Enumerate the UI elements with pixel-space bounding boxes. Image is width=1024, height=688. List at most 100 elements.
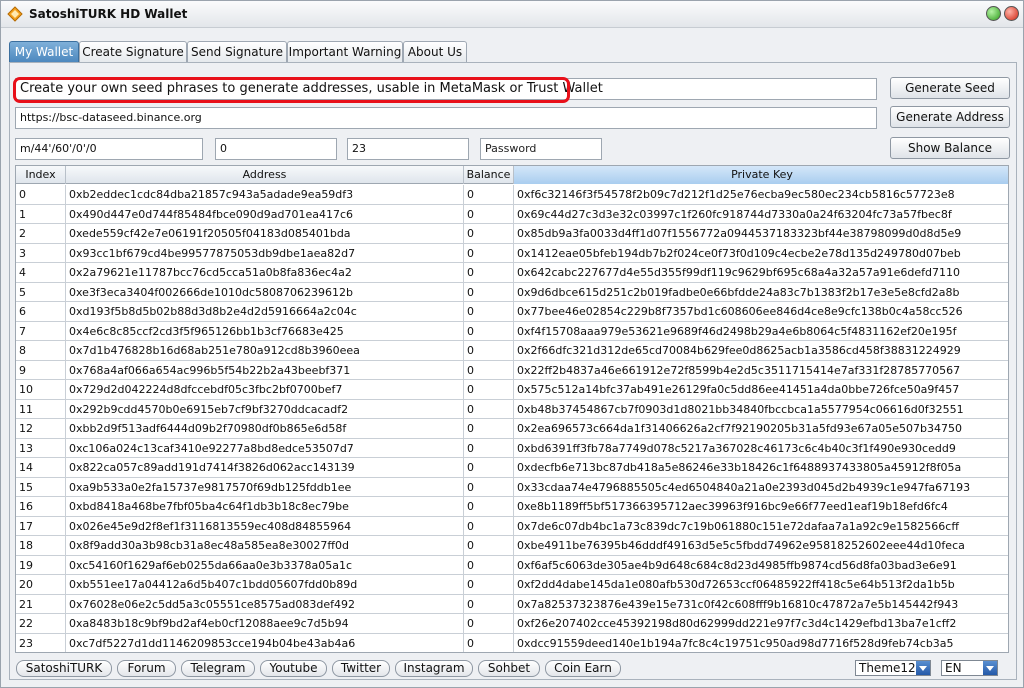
- index-cell[interactable]: 14: [16, 458, 66, 478]
- title-bar[interactable]: SatoshiTURK HD Wallet: [1, 1, 1023, 28]
- private-key-cell[interactable]: 0xb48b37454867cb7f0903d1d8021bb34840fbcc…: [514, 400, 1008, 420]
- balance-cell[interactable]: 0: [464, 321, 514, 341]
- private-key-cell[interactable]: 0xf26e207402cce45392198d80d62999dd221e97…: [514, 614, 1008, 634]
- private-key-cell[interactable]: 0x69c44d27c3d3e32c03997c1f260fc918744d73…: [514, 205, 1008, 225]
- table-row[interactable]: 19 0xc54160f1629af6eb0255da66aa0e3b3378a0…: [16, 555, 1008, 576]
- twitter-link-button[interactable]: Twitter: [332, 660, 390, 677]
- balance-cell[interactable]: 0: [464, 380, 514, 400]
- balance-cell[interactable]: 0: [464, 419, 514, 439]
- tab-create-signature[interactable]: Create Signature: [79, 41, 187, 63]
- address-cell[interactable]: 0xc54160f1629af6eb0255da66aa0e3b3378a05a…: [66, 555, 464, 575]
- balance-cell[interactable]: 0: [464, 555, 514, 575]
- address-cell[interactable]: 0x8f9add30a3b98cb31a8ec48a585ea8e30027ff…: [66, 536, 464, 556]
- address-cell[interactable]: 0xbd8418a468be7fbf05ba4c64f1db3b18c8ec79…: [66, 497, 464, 517]
- balance-cell[interactable]: 0: [464, 497, 514, 517]
- index-cell[interactable]: 23: [16, 633, 66, 652]
- balance-cell[interactable]: 0: [464, 185, 514, 205]
- table-row[interactable]: 15 0xa9b533a0e2fa15737e9817570f69db125fdd…: [16, 477, 1008, 498]
- index-cell[interactable]: 2: [16, 224, 66, 244]
- satoshiturk-link-button[interactable]: SatoshiTURK: [16, 660, 112, 677]
- table-row[interactable]: 16 0xbd8418a468be7fbf05ba4c64f1db3b18c8ec…: [16, 497, 1008, 517]
- private-key-cell[interactable]: 0x2ea696573c664da1f31406626a2cf7f9219020…: [514, 419, 1008, 439]
- address-cell[interactable]: 0xb551ee17a04412a6d5b407c1bdd05607fdd0b8…: [66, 575, 464, 595]
- language-select[interactable]: EN: [941, 660, 998, 676]
- address-cell[interactable]: 0xc7df5227d1dd1146209853cce194b04be43ab4…: [66, 633, 464, 652]
- index-cell[interactable]: 13: [16, 438, 66, 458]
- chevron-down-icon[interactable]: [983, 661, 997, 675]
- balance-cell[interactable]: 0: [464, 477, 514, 497]
- forum-link-button[interactable]: Forum: [117, 660, 176, 677]
- index-cell[interactable]: 9: [16, 360, 66, 380]
- table-row[interactable]: 0 0xb2eddec1cdc84dba21857c943a5adade9ea59…: [16, 185, 1008, 205]
- tab-my-wallet[interactable]: My Wallet: [9, 41, 79, 63]
- balance-cell[interactable]: 0: [464, 341, 514, 361]
- index-cell[interactable]: 21: [16, 594, 66, 614]
- index-cell[interactable]: 5: [16, 282, 66, 302]
- table-row[interactable]: 17 0x026e45e9d2f8ef1f3116813559ec408d8485…: [16, 516, 1008, 537]
- address-cell[interactable]: 0xb2eddec1cdc84dba21857c943a5adade9ea59d…: [66, 185, 464, 205]
- balance-cell[interactable]: 0: [464, 204, 514, 224]
- table-row[interactable]: 10 0x729d2d042224d8dfccebdf05c3fbc2bf0700…: [16, 380, 1008, 400]
- index-cell[interactable]: 11: [16, 399, 66, 419]
- private-key-cell[interactable]: 0x77bee46e02854c229b8f7357bd1c608606ee84…: [514, 302, 1008, 322]
- table-row[interactable]: 21 0x76028e06e2c5dd5a3c05551ce8575ad083de…: [16, 594, 1008, 614]
- sohbet-link-button[interactable]: Sohbet: [478, 660, 540, 677]
- address-cell[interactable]: 0x768a4af066a654ac996b5f54b22b2a43beebf3…: [66, 360, 464, 380]
- balance-cell[interactable]: 0: [464, 282, 514, 302]
- index-cell[interactable]: 20: [16, 575, 66, 595]
- private-key-cell[interactable]: 0xf2dd4dabe145da1e080afb530d72653ccf0648…: [514, 575, 1008, 595]
- address-cell[interactable]: 0xbb2d9f513adf6444d09b2f70980df0b865e6d5…: [66, 419, 464, 439]
- table-row[interactable]: 22 0xa8483b18c9bf9bd2af4eb0cf12088aee9c7d…: [16, 614, 1008, 634]
- telegram-link-button[interactable]: Telegram: [181, 660, 255, 677]
- table-row[interactable]: 6 0xd193f5b8d5b02b88d3d8b2e4d2d5916664a2c…: [16, 302, 1008, 322]
- address-table[interactable]: Index Address Balance Private Key 0 0xb2e…: [15, 165, 1009, 653]
- address-cell[interactable]: 0x292b9cdd4570b0e6915eb7cf9bf3270ddcacad…: [66, 399, 464, 419]
- private-key-cell[interactable]: 0xf6af5c6063de305ae4b9d648c684c8d23d4985…: [514, 556, 1008, 576]
- show-balance-button[interactable]: Show Balance: [890, 137, 1010, 159]
- private-key-cell[interactable]: 0xf6c32146f3f54578f2b09c7d212f1d25e76ecb…: [514, 185, 1008, 205]
- tab-send-signature[interactable]: Send Signature: [187, 41, 287, 63]
- address-cell[interactable]: 0x490d447e0d744f85484fbce090d9ad701ea417…: [66, 204, 464, 224]
- table-row[interactable]: 4 0x2a79621e11787bcc76cd5cca51a0b8fa836ec…: [16, 263, 1008, 283]
- table-row[interactable]: 8 0x7d1b476828b16d68ab251e780a912cd8b3960…: [16, 341, 1008, 361]
- table-row[interactable]: 11 0x292b9cdd4570b0e6915eb7cf9bf3270ddcac…: [16, 399, 1008, 420]
- table-row[interactable]: 20 0xb551ee17a04412a6d5b407c1bdd05607fdd0…: [16, 575, 1008, 595]
- start-index-input[interactable]: 0: [215, 138, 337, 160]
- table-row[interactable]: 3 0x93cc1bf679cd4be99577875053db9dbe1aea8…: [16, 243, 1008, 263]
- private-key-cell[interactable]: 0x575c512a14bfc37ab491e26129fa0c5dd86ee4…: [514, 380, 1008, 400]
- address-cell[interactable]: 0x4e6c8c85ccf2cd3f5f965126bb1b3cf76683e4…: [66, 321, 464, 341]
- private-key-cell[interactable]: 0x33cdaa74e4796885505c4ed6504840a21a0e23…: [514, 478, 1008, 498]
- balance-cell[interactable]: 0: [464, 458, 514, 478]
- address-cell[interactable]: 0x93cc1bf679cd4be99577875053db9dbe1aea82…: [66, 243, 464, 263]
- address-cell[interactable]: 0x822ca057c89add191d7414f3826d062acc1431…: [66, 458, 464, 478]
- index-cell[interactable]: 12: [16, 419, 66, 439]
- balance-cell[interactable]: 0: [464, 633, 514, 652]
- address-cell[interactable]: 0xa9b533a0e2fa15737e9817570f69db125fddb1…: [66, 477, 464, 497]
- column-header-index[interactable]: Index: [16, 166, 66, 184]
- private-key-cell[interactable]: 0xf4f15708aaa979e53621e9689f46d2498b29a4…: [514, 322, 1008, 342]
- address-count-input[interactable]: 23: [347, 138, 469, 160]
- table-row[interactable]: 14 0x822ca057c89add191d7414f3826d062acc14…: [16, 458, 1008, 478]
- tab-about-us[interactable]: About Us: [403, 41, 467, 63]
- table-row[interactable]: 13 0xc106a024c13caf3410e92277a8bd8edce535…: [16, 438, 1008, 459]
- table-row[interactable]: 18 0x8f9add30a3b98cb31a8ec48a585ea8e30027…: [16, 536, 1008, 556]
- youtube-link-button[interactable]: Youtube: [260, 660, 327, 677]
- balance-cell[interactable]: 0: [464, 575, 514, 595]
- index-cell[interactable]: 16: [16, 497, 66, 517]
- index-cell[interactable]: 3: [16, 243, 66, 263]
- private-key-cell[interactable]: 0x7de6c07db4bc1a73c839dc7c19b061880c151e…: [514, 517, 1008, 537]
- close-button[interactable]: [1004, 6, 1019, 21]
- address-cell[interactable]: 0xd193f5b8d5b02b88d3d8b2e4d2d5916664a2c0…: [66, 302, 464, 322]
- address-cell[interactable]: 0xede559cf42e7e06191f20505f04183d085401b…: [66, 224, 464, 244]
- private-key-cell[interactable]: 0x9d6dbce615d251c2b019fadbe0e66bfdde24a8…: [514, 283, 1008, 303]
- table-row[interactable]: 12 0xbb2d9f513adf6444d09b2f70980df0b865e6…: [16, 419, 1008, 439]
- private-key-cell[interactable]: 0xdcc91559deed140e1b194a7fc8c4c19751c950…: [514, 634, 1008, 653]
- derivation-path-input[interactable]: m/44'/60'/0'/0: [15, 138, 203, 160]
- private-key-cell[interactable]: 0x22ff2b4837a46e661912e72f8599b4e2d5c351…: [514, 361, 1008, 381]
- balance-cell[interactable]: 0: [464, 224, 514, 244]
- index-cell[interactable]: 18: [16, 536, 66, 556]
- private-key-cell[interactable]: 0xbe4911be76395b46dddf49163d5e5c5fbdd749…: [514, 536, 1008, 556]
- table-row[interactable]: 2 0xede559cf42e7e06191f20505f04183d085401…: [16, 224, 1008, 244]
- address-cell[interactable]: 0x026e45e9d2f8ef1f3116813559ec408d848559…: [66, 516, 464, 536]
- private-key-cell[interactable]: 0xbd6391ff3fb78a7749d078c5217a367028c461…: [514, 439, 1008, 459]
